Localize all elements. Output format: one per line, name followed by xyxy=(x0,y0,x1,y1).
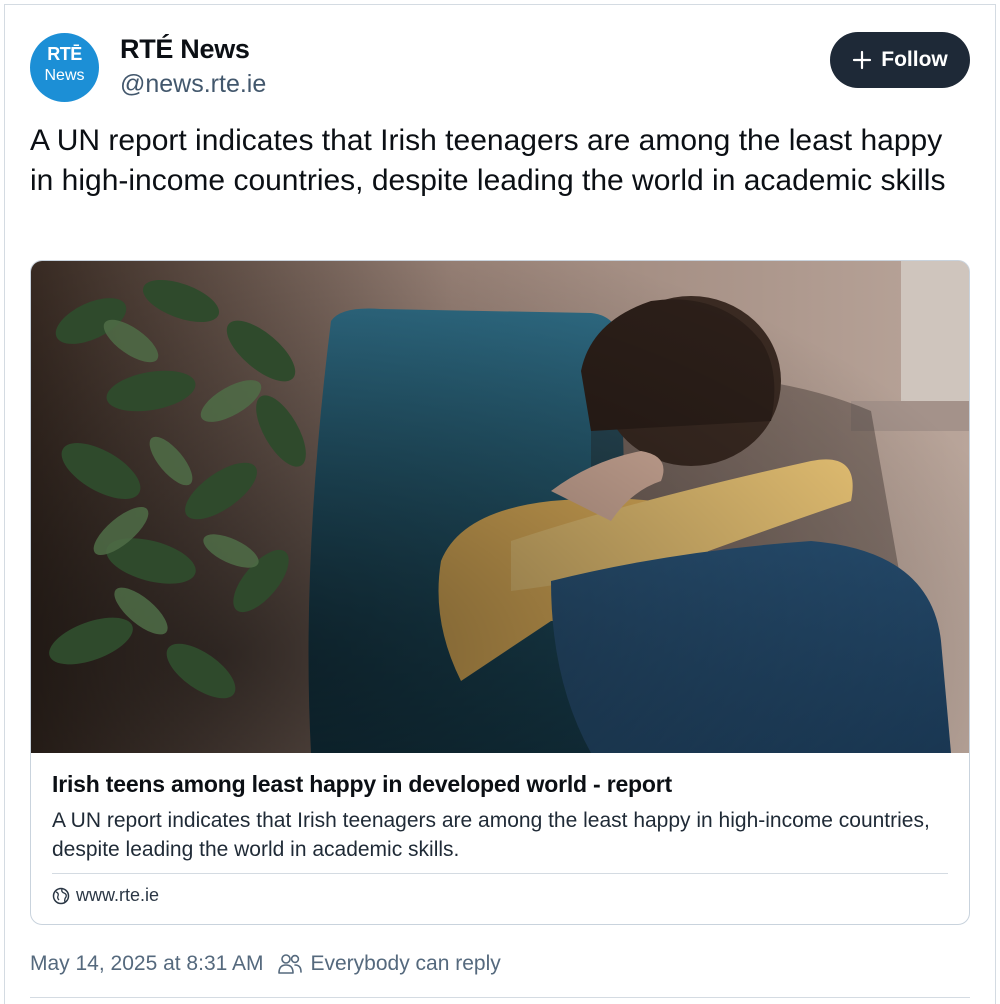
post-text: A UN report indicates that Irish teenage… xyxy=(30,124,946,197)
reply-setting[interactable]: Everybody can reply xyxy=(277,952,501,976)
link-card-divider xyxy=(52,873,948,874)
reply-setting-label: Everybody can reply xyxy=(310,952,501,975)
author-handle[interactable]: @news.rte.ie xyxy=(120,70,266,99)
follow-button-label: Follow xyxy=(881,48,948,71)
globe-icon xyxy=(52,887,70,904)
follow-button[interactable]: Follow xyxy=(830,32,970,88)
post-meta: May 14, 2025 at 8:31 AM Everybody can re… xyxy=(30,952,501,976)
avatar-logo-line1: RTĒ xyxy=(47,44,82,64)
avatar-logo-line2: News xyxy=(44,67,85,84)
link-card-domain: www.rte.ie xyxy=(52,885,159,906)
people-icon xyxy=(278,954,303,974)
post-bottom-divider xyxy=(30,997,970,998)
post-timestamp[interactable]: May 14, 2025 at 8:31 AM xyxy=(30,952,263,976)
link-card-image[interactable] xyxy=(31,261,969,753)
link-card-domain-text: www.rte.ie xyxy=(76,885,160,905)
plus-icon xyxy=(853,50,872,70)
link-card-description: A UN report indicates that Irish teenage… xyxy=(52,809,930,861)
link-card-title: Irish teens among least happy in develop… xyxy=(52,771,672,797)
avatar[interactable]: RTĒ News xyxy=(30,33,99,102)
link-card[interactable]: Irish teens among least happy in develop… xyxy=(30,260,970,925)
author-display-name[interactable]: RTÉ News xyxy=(120,34,250,65)
